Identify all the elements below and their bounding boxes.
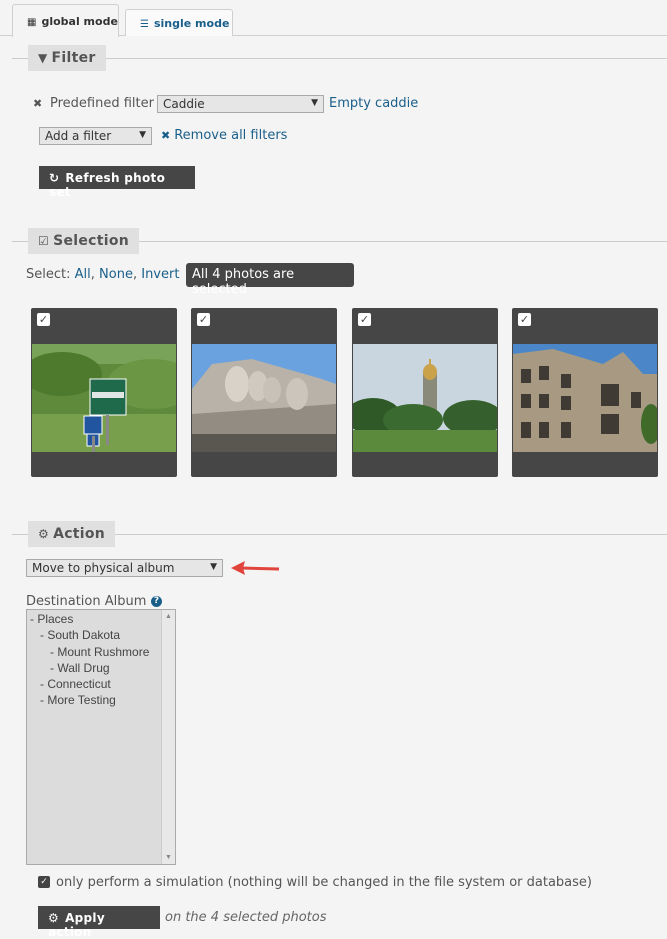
listbox-scrollbar[interactable]: ▲ ▼ [161,610,175,864]
remove-predefined-icon[interactable]: ✖ [33,97,42,110]
filter-legend-text: Filter [51,50,96,66]
select-all-link[interactable]: All [75,267,91,282]
album-option[interactable]: - Places [30,611,175,627]
scroll-down-icon[interactable]: ▼ [165,854,172,861]
select-separator: , [132,267,138,282]
simulation-label: only perform a simulation (nothing will … [56,875,592,890]
checkbox-checked-icon[interactable]: ✓ [197,313,210,326]
section-rule [106,58,667,59]
help-icon[interactable]: ? [151,596,162,607]
add-filter-select[interactable]: Add a filter ▼ [39,127,152,145]
photo-thumbnail[interactable]: ✓ [512,308,658,477]
chevron-down-icon: ▼ [139,130,146,140]
section-rule [115,534,667,535]
chevron-down-icon: ▼ [311,98,318,108]
refresh-photo-set-label: Refresh photo set [49,171,166,199]
predefined-filter-select[interactable]: Caddie ▼ [157,95,324,113]
scroll-up-icon[interactable]: ▲ [165,613,172,620]
section-rule [12,534,28,535]
album-option[interactable]: - More Testing [30,692,175,708]
predefined-filter-label: Predefined filter [50,96,154,111]
checkbox-checked-icon[interactable]: ✓ [358,313,371,326]
album-option[interactable]: - South Dakota [30,627,175,643]
apply-action-suffix: on the 4 selected photos [165,910,327,925]
mode-tabs: ▦ global mode ☰ single mode [0,0,667,37]
photo-thumbnail[interactable]: ✓ [191,308,337,477]
remove-all-filters-link[interactable]: ✖ Remove all filters [161,128,287,143]
destination-album-listbox[interactable]: - Places - South Dakota - Mount Rushmore… [26,609,176,865]
gears-icon: ⚙ [48,911,60,925]
funnel-icon: ▼ [38,51,48,65]
red-arrow-icon [231,560,281,580]
photo-thumbnail[interactable]: ✓ [31,308,177,477]
add-filter-value: Add a filter [45,129,112,143]
destination-album-label: Destination Album [26,594,147,609]
gear-icon: ⚙ [38,527,50,541]
section-rule [12,58,28,59]
photo-stone-building [513,344,657,452]
action-legend: ⚙ Action [28,521,116,547]
selection-legend-text: Selection [53,233,130,249]
action-select-value: Move to physical album [32,561,175,575]
album-option[interactable]: - Mount Rushmore [30,644,175,660]
album-list: - Places - South Dakota - Mount Rushmore… [27,610,175,709]
checkbox-icon: ☑ [38,234,50,248]
predefined-filter-value: Caddie [163,97,205,111]
filter-section-header: ▼ Filter [0,45,667,71]
section-rule [12,241,28,242]
tab-single-mode-label: single mode [153,17,230,30]
refresh-photo-set-button[interactable]: ↻ Refresh photo set [39,166,195,199]
remove-all-filters-text: Remove all filters [174,128,288,143]
action-section-header: ⚙ Action [0,521,667,547]
simulation-checkbox[interactable]: ✓ [38,876,50,888]
select-label: Select: [26,267,71,282]
select-row: Select: All, None, Invert [26,267,179,282]
select-none-link[interactable]: None [99,267,133,282]
grid-icon: ▦ [27,17,37,28]
checkbox-checked-icon[interactable]: ✓ [37,313,50,326]
select-separator: , [90,267,95,282]
empty-caddie-link[interactable]: Empty caddie [329,96,418,111]
selection-section-header: ☑ Selection [0,228,667,254]
tab-single-mode[interactable]: ☰ single mode [125,9,233,36]
refresh-icon: ↻ [49,171,60,185]
photo-connecticut-capitol [353,344,497,452]
select-invert-link[interactable]: Invert [141,267,179,282]
action-select[interactable]: Move to physical album ▼ [26,559,223,577]
selection-count-badge: All 4 photos are selected [186,263,354,297]
list-icon: ☰ [140,19,149,30]
photo-mount-rushmore [192,344,336,452]
section-rule [139,241,667,242]
apply-action-button[interactable]: ⚙ Apply action [38,906,160,939]
album-option[interactable]: - Connecticut [30,676,175,692]
tab-global-mode-label: global mode [41,15,118,28]
action-legend-text: Action [53,526,106,542]
photo-thumbnail[interactable]: ✓ [352,308,498,477]
tab-global-mode[interactable]: ▦ global mode [12,4,119,37]
photo-stamford-sign [32,344,176,452]
filter-legend: ▼ Filter [28,45,106,71]
selection-legend: ☑ Selection [28,228,140,254]
close-icon: ✖ [161,129,171,142]
chevron-down-icon: ▼ [210,562,217,572]
album-option[interactable]: - Wall Drug [30,660,175,676]
checkbox-checked-icon[interactable]: ✓ [518,313,531,326]
